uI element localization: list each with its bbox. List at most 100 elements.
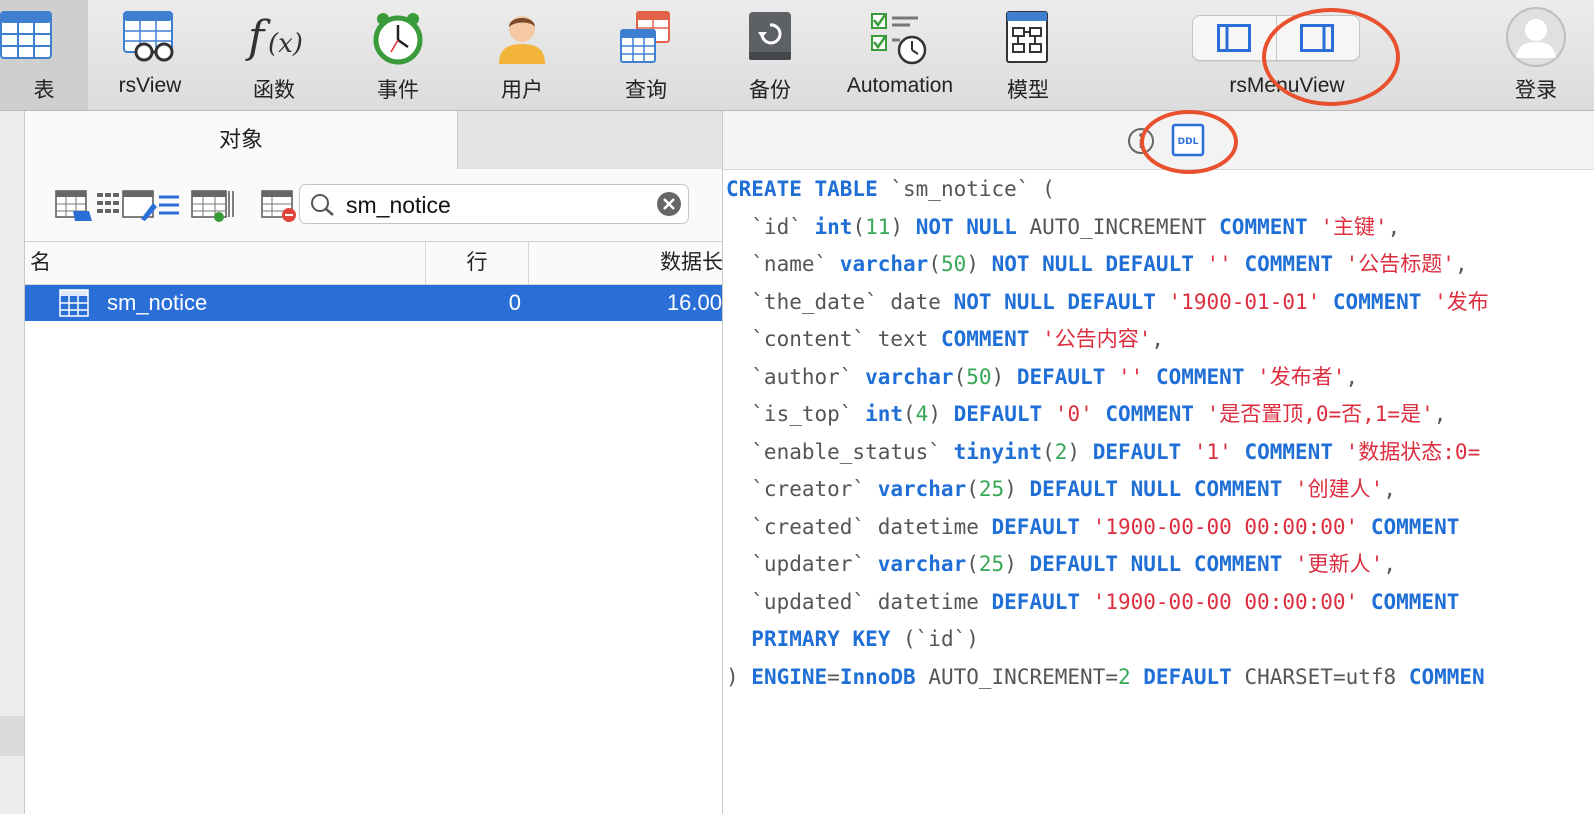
- ddl-token: tinyint: [953, 439, 1043, 464]
- toolbar-label: 查询: [625, 79, 667, 102]
- info-icon[interactable]: [1127, 127, 1155, 160]
- toolbar-query-button[interactable]: 查询: [596, 0, 696, 110]
- left-strip-selected[interactable]: [0, 716, 24, 756]
- ddl-token: '创建人': [1295, 477, 1384, 501]
- ddl-token: '主键': [1320, 214, 1388, 239]
- ddl-token: [1143, 365, 1156, 389]
- ddl-token: DEFAULT: [991, 589, 1081, 614]
- ddl-token: 2: [1054, 439, 1068, 464]
- toolbar-user-button[interactable]: 用户: [472, 0, 572, 110]
- ddl-token: ): [991, 364, 1017, 389]
- main-toolbar: 表 rsView f (x) 函数 事件 用户 查询 备份 Automation…: [0, 0, 1594, 111]
- search-input[interactable]: [344, 189, 648, 221]
- new-table-icon[interactable]: [191, 189, 237, 228]
- ddl-token: COMMEN: [1408, 664, 1485, 689]
- table-icon: [0, 10, 52, 67]
- ddl-token: ): [928, 402, 954, 426]
- ddl-token: ): [890, 214, 916, 239]
- ddl-code-line: `updated` datetime DEFAULT '1900-00-00 0…: [726, 584, 1594, 622]
- toolbar-label: 事件: [377, 79, 419, 102]
- automation-icon: [870, 10, 930, 71]
- ddl-token: DEFAULT NULL COMMENT: [1029, 477, 1283, 501]
- toolbar-event-button[interactable]: 事件: [348, 0, 448, 110]
- toolbar-function-button[interactable]: f (x) 函数: [224, 0, 324, 110]
- delete-table-icon[interactable]: [261, 189, 299, 228]
- ddl-token: ,: [1383, 477, 1396, 501]
- ddl-token: (: [953, 364, 967, 389]
- ddl-token: '数据状态:0=: [1345, 439, 1481, 464]
- ddl-token: 11: [865, 214, 891, 239]
- ddl-code-line: `author` varchar(50) DEFAULT '' COMMENT …: [726, 359, 1594, 397]
- ddl-token: `creator`: [726, 477, 878, 501]
- ddl-token: `content` text: [726, 327, 941, 351]
- ddl-token: DEFAULT: [1092, 439, 1182, 464]
- toolbar-view-button[interactable]: rsView: [100, 0, 200, 110]
- ddl-code-line: PRIMARY KEY (`id`): [726, 621, 1594, 659]
- ddl-token: varchar: [865, 364, 954, 389]
- column-header-name[interactable]: 名: [30, 242, 51, 284]
- ddl-token: ,: [1345, 364, 1359, 389]
- toolbar-label: 用户: [501, 79, 543, 102]
- table-icon: [59, 289, 89, 322]
- ddl-token: (`id`): [890, 627, 979, 651]
- ddl-icon-label: DDL: [1178, 137, 1199, 147]
- ddl-token: COMMENT: [1244, 252, 1333, 276]
- query-icon: [619, 10, 673, 71]
- left-sidebar-icon: [1217, 24, 1251, 52]
- ddl-code-line: `creator` varchar(25) DEFAULT NULL COMME…: [726, 471, 1594, 509]
- ddl-code-line: `updater` varchar(25) DEFAULT NULL COMME…: [726, 546, 1594, 584]
- ddl-token: ): [1004, 552, 1030, 576]
- ddl-token: varchar: [877, 477, 967, 501]
- ddl-token: [726, 627, 751, 651]
- ddl-code-view[interactable]: CREATE TABLE `sm_notice` ( `id` int(11) …: [726, 171, 1594, 811]
- view-toggle-label: rsMenuView: [1229, 74, 1345, 97]
- ddl-token: `enable_status`: [726, 439, 954, 464]
- ddl-token: [1029, 327, 1042, 351]
- ddl-token: [1333, 252, 1346, 276]
- ddl-token: CHARSET=utf8: [1231, 664, 1409, 689]
- tab-objects[interactable]: 对象: [25, 111, 458, 169]
- ddl-icon[interactable]: DDL: [1171, 123, 1205, 162]
- row-table-name: sm_notice: [107, 290, 208, 315]
- column-header-rows[interactable]: 行: [425, 242, 528, 284]
- ddl-token: ): [1004, 477, 1030, 501]
- ddl-token: '0': [1054, 402, 1093, 426]
- toolbar-model-button[interactable]: 模型: [978, 0, 1078, 110]
- ddl-token: '': [1118, 364, 1144, 389]
- clear-search-icon[interactable]: [656, 191, 682, 222]
- ddl-token: `name`: [726, 252, 840, 276]
- ddl-token: [1308, 215, 1321, 239]
- toolbar-label: 表: [33, 79, 55, 102]
- ddl-code-line: ) ENGINE=InnoDB AUTO_INCREMENT=2 DEFAULT…: [726, 659, 1594, 697]
- function-icon: f (x): [244, 10, 304, 69]
- ddl-token: (: [966, 477, 979, 501]
- ddl-token: '公告内容': [1042, 327, 1152, 351]
- ddl-token: NOT NULL DEFAULT: [991, 252, 1194, 276]
- ddl-token: AUTO_INCREMENT: [1016, 214, 1220, 239]
- object-tabs: 对象: [25, 111, 722, 170]
- toolbar-table-button[interactable]: 表: [0, 0, 88, 110]
- open-table-icon[interactable]: [55, 189, 93, 228]
- ddl-token: [1358, 515, 1371, 539]
- ddl-token: [1093, 402, 1106, 426]
- toggle-left-pane-button[interactable]: [1193, 16, 1277, 60]
- column-header-data-length[interactable]: 数据长: [528, 242, 723, 284]
- toolbar-label: rsView: [118, 74, 182, 97]
- ddl-token: [1194, 252, 1207, 276]
- ddl-token: COMMENT: [940, 327, 1030, 351]
- toggle-right-pane-button[interactable]: [1276, 16, 1359, 60]
- toolbar-label: 登录: [1515, 79, 1557, 102]
- toolbar-backup-button[interactable]: 备份: [720, 0, 820, 110]
- object-panel: 对象 sm_notice 名 行 数据长 sm_notice 0 16.00: [25, 111, 723, 814]
- ddl-token: [1232, 252, 1245, 276]
- ddl-token: int: [865, 402, 904, 426]
- ddl-token: ): [726, 664, 752, 689]
- ddl-code-line: `name` varchar(50) NOT NULL DEFAULT '' C…: [726, 246, 1594, 284]
- ddl-token: (: [903, 402, 916, 426]
- toolbar-login-button[interactable]: 登录: [1494, 0, 1578, 110]
- table-row[interactable]: sm_notice 0 16.00: [25, 285, 722, 321]
- design-table-icon[interactable]: [97, 189, 181, 228]
- ddl-token: [1282, 477, 1295, 501]
- toolbar-automation-button[interactable]: Automation: [838, 0, 962, 110]
- ddl-token: (: [966, 552, 979, 576]
